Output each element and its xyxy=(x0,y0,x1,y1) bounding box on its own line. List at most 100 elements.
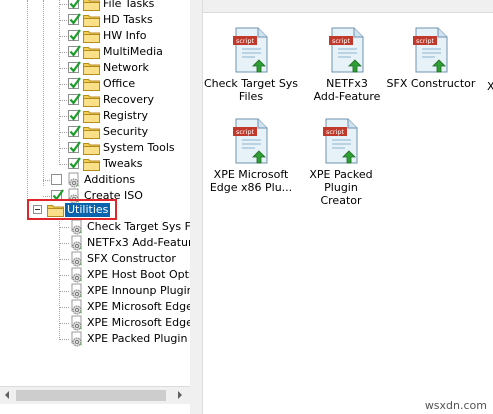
tree-item-additions[interactable]: Additions xyxy=(0,172,190,188)
tree-connector xyxy=(59,164,67,165)
tree-item-label: XPE Packed Plugin Cr xyxy=(87,332,190,345)
svg-text:script: script xyxy=(332,37,351,45)
tree-item[interactable]: SFX Constructor xyxy=(0,251,190,267)
tree-item-label: Additions xyxy=(84,173,136,186)
tree-item[interactable]: HD Tasks xyxy=(0,12,190,28)
tree-connector xyxy=(43,196,50,197)
tree-item-label: System Tools xyxy=(103,141,175,154)
svg-text:script: script xyxy=(326,128,345,136)
tree-item-label: Office xyxy=(103,77,136,90)
tree-connector xyxy=(59,52,67,53)
caption-line: XPE Microsoft xyxy=(213,168,289,181)
tree-item[interactable]: Tweaks xyxy=(0,156,190,172)
tree-connector xyxy=(59,116,67,117)
checkbox[interactable] xyxy=(68,13,81,25)
watermark: wsxdn.com xyxy=(424,399,487,412)
additions-checkbox[interactable] xyxy=(51,174,62,185)
tree-item[interactable]: Office xyxy=(0,76,190,92)
tree-connector xyxy=(59,339,69,340)
tree-item[interactable]: XPE Microsoft Edge x xyxy=(0,299,190,315)
script-item[interactable]: script SFX Constructor xyxy=(383,27,479,90)
script-item-caption: SFX Constructor xyxy=(383,77,479,90)
tree-item[interactable]: Registry xyxy=(0,108,190,124)
caption-line: XPE Packed Plugin xyxy=(309,168,373,194)
checkbox[interactable] xyxy=(68,93,81,105)
tree-view[interactable]: File Tasks HD Tasks HW Info MultiMedia Netwo… xyxy=(0,0,191,386)
tree-item[interactable]: MultiMedia xyxy=(0,44,190,60)
tree-item-label: HD Tasks xyxy=(103,13,153,26)
tree-item[interactable]: Check Target Sys File xyxy=(0,219,190,235)
script-item-caption: Check Target Sys Files xyxy=(203,77,299,103)
tree-connector xyxy=(59,291,69,292)
partial-icon-caption: X xyxy=(487,80,493,93)
tree-connector xyxy=(59,4,67,5)
caption-line: Check Target Sys xyxy=(203,77,299,90)
script-item[interactable]: script NETFx3 Add-Feature xyxy=(299,27,395,103)
tree-connector xyxy=(43,180,50,181)
pane-splitter[interactable] xyxy=(190,0,203,414)
tree-item[interactable]: System Tools xyxy=(0,140,190,156)
tree-item-label: MultiMedia xyxy=(103,45,163,58)
tree-item-label: NETFx3 Add-Feature xyxy=(87,236,191,249)
tree-item-label: File Tasks xyxy=(103,0,155,10)
svg-text:script: script xyxy=(236,37,255,45)
script-item[interactable]: script Check Target Sys Files xyxy=(203,27,299,103)
tree-connector xyxy=(59,259,69,260)
tree-item[interactable]: XPE Host Boot Option xyxy=(0,267,190,283)
tree-item-label: SFX Constructor xyxy=(87,252,176,265)
script-item-caption: XPE Microsoft Edge x86 Plu... xyxy=(203,168,299,194)
script-item[interactable]: script XPE Packed Plugin Creator xyxy=(293,118,389,207)
checkbox[interactable] xyxy=(68,141,81,153)
checkbox[interactable] xyxy=(68,77,81,89)
tree-connector xyxy=(59,100,67,101)
script-item[interactable]: script XPE Microsoft Edge x86 Plu... xyxy=(203,118,299,194)
tree-horizontal-scrollbar[interactable] xyxy=(0,386,190,404)
icon-view-top-border xyxy=(203,0,493,13)
tree-item[interactable]: Recovery xyxy=(0,92,190,108)
tree-item-label: HW Info xyxy=(103,29,147,42)
checkbox[interactable] xyxy=(68,0,80,9)
checkbox[interactable] xyxy=(68,157,81,169)
caption-line: NETFx3 xyxy=(326,77,368,90)
checkbox[interactable] xyxy=(68,45,81,57)
tree-item[interactable]: XPE Innounp Plugin C xyxy=(0,283,190,299)
svg-text:script: script xyxy=(236,128,255,136)
tree-connector xyxy=(59,227,69,228)
checkbox[interactable] xyxy=(68,125,81,137)
scroll-right-arrow-icon[interactable] xyxy=(178,391,182,399)
scroll-left-arrow-icon[interactable] xyxy=(5,391,9,399)
script-file-icon: script xyxy=(413,27,449,73)
checkbox[interactable] xyxy=(68,61,81,73)
icon-view[interactable]: script Check Target Sys Files script NETFx3 A… xyxy=(203,0,493,404)
tree-item-label: Registry xyxy=(103,109,149,122)
svg-text:script: script xyxy=(416,37,435,45)
highlight-box xyxy=(27,199,117,220)
tree-item-label: Security xyxy=(103,125,149,138)
tree-item[interactable]: XPE Microsoft Edge x xyxy=(0,315,190,331)
tree-item-label: Network xyxy=(103,61,149,74)
caption-line: SFX Constructor xyxy=(386,77,476,90)
tree-connector xyxy=(59,148,67,149)
tree-item[interactable]: HW Info xyxy=(0,28,190,44)
tree-item[interactable]: XPE Packed Plugin Cr xyxy=(0,331,190,347)
tree-item[interactable]: File Tasks xyxy=(0,0,190,12)
script-file-icon: script xyxy=(329,27,365,73)
caption-line: Edge x86 Plu... xyxy=(209,181,293,194)
caption-line: Creator xyxy=(320,194,362,207)
tree-item[interactable]: Security xyxy=(0,124,190,140)
checkbox[interactable] xyxy=(68,109,81,121)
tree-item[interactable]: NETFx3 Add-Feature xyxy=(0,235,190,251)
tree-item[interactable]: Network xyxy=(0,60,190,76)
tree-connector xyxy=(59,84,67,85)
tree-item-label: Check Target Sys File xyxy=(87,220,191,233)
caption-line: Files xyxy=(238,90,264,103)
tree-connector xyxy=(59,307,69,308)
tree-connector xyxy=(59,275,69,276)
checkbox[interactable] xyxy=(68,29,81,41)
tree-connector xyxy=(59,323,69,324)
scrollbar-thumb[interactable] xyxy=(16,390,166,401)
tree-connector xyxy=(59,132,67,133)
tree-connector xyxy=(59,68,67,69)
script-gear-icon xyxy=(69,331,85,352)
tree-item-label: Recovery xyxy=(103,93,155,106)
